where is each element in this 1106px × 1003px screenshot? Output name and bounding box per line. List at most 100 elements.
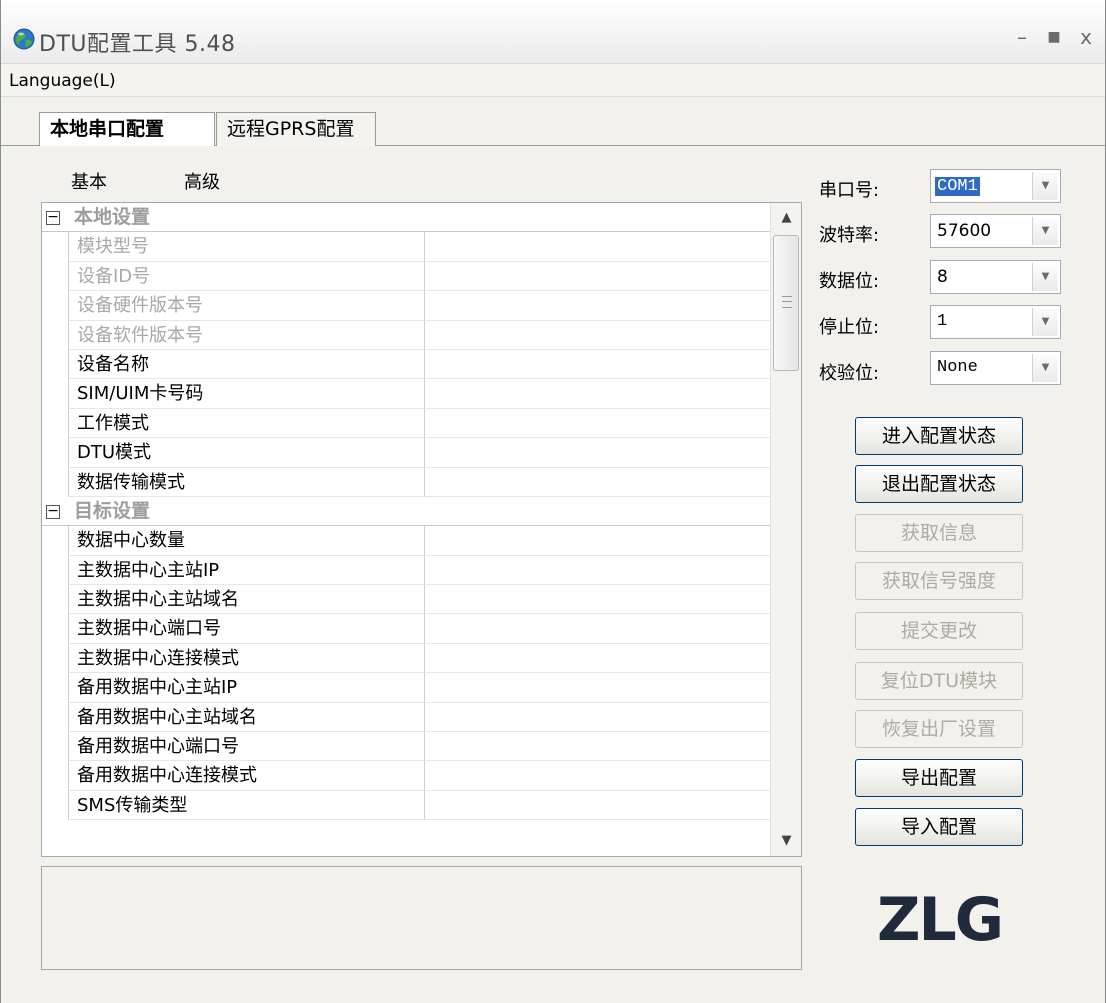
grid-row[interactable]: 备用数据中心连接模式: [42, 761, 770, 791]
grid-row[interactable]: 设备软件版本号: [42, 320, 770, 350]
tab-remote-gprs[interactable]: 远程GPRS配置: [216, 112, 376, 146]
grid-row[interactable]: DTU模式: [42, 438, 770, 468]
subtab-advanced[interactable]: 高级: [184, 168, 220, 194]
grid-row-value[interactable]: [424, 320, 770, 350]
get-signal-button[interactable]: 获取信号强度: [855, 562, 1023, 600]
grid-scrollbar[interactable]: ▲ ▼: [770, 203, 801, 856]
grid-row[interactable]: 主数据中心主站域名: [42, 585, 770, 615]
get-info-button[interactable]: 获取信息: [855, 514, 1023, 552]
grid-row-value[interactable]: [424, 673, 770, 703]
app-window: DTU配置工具 5.48 – ■ x Language(L) 本地串口配置 远程…: [0, 0, 1106, 1003]
maximize-button[interactable]: ■: [1041, 24, 1067, 50]
grid-row-value[interactable]: [424, 702, 770, 733]
grid-row[interactable]: 备用数据中心主站域名: [42, 702, 770, 733]
chevron-down-icon[interactable]: ▼: [1032, 172, 1058, 200]
chevron-down-icon[interactable]: ▼: [1032, 217, 1058, 245]
grid-row[interactable]: 数据传输模式: [42, 467, 770, 497]
parity-select[interactable]: None ▼: [930, 351, 1061, 385]
globe-icon: [13, 28, 35, 50]
grid-row-value[interactable]: [424, 790, 770, 821]
port-select[interactable]: COM1 ▼: [930, 169, 1061, 203]
scroll-up-icon[interactable]: ▲: [771, 203, 801, 233]
grid-row-value[interactable]: [424, 438, 770, 468]
chevron-down-icon[interactable]: ▼: [1032, 308, 1058, 336]
grid-row-label: 备用数据中心连接模式: [68, 761, 424, 791]
grid-row[interactable]: SMS传输类型: [42, 790, 770, 821]
grid-category[interactable]: − 目标设置: [42, 497, 770, 527]
subtab-basic[interactable]: 基本: [71, 168, 107, 194]
databits-select[interactable]: 8 ▼: [930, 260, 1061, 294]
export-config-button[interactable]: 导出配置: [855, 759, 1023, 797]
grid-row-value[interactable]: [424, 585, 770, 615]
grid-row-label: SMS传输类型: [68, 790, 424, 821]
grid-category[interactable]: − 本地设置: [42, 203, 770, 233]
minimize-button[interactable]: –: [1009, 24, 1035, 50]
reset-dtu-button[interactable]: 复位DTU模块: [855, 662, 1023, 700]
grid-row[interactable]: 主数据中心主站IP: [42, 555, 770, 586]
chevron-down-icon[interactable]: ▼: [1032, 263, 1058, 291]
baud-label: 波特率:: [819, 225, 880, 246]
grid-row-label: 主数据中心端口号: [68, 614, 424, 644]
factory-reset-button[interactable]: 恢复出厂设置: [855, 710, 1023, 748]
baud-value: 57600: [937, 221, 992, 241]
menu-bar: Language(L): [1, 65, 1105, 97]
title-bar[interactable]: DTU配置工具 5.48 – ■ x: [1, 0, 1105, 64]
grid-row-label: 设备名称: [68, 349, 424, 380]
import-config-button[interactable]: 导入配置: [855, 808, 1023, 846]
grid-row-label: 数据中心数量: [68, 526, 424, 556]
enter-config-button[interactable]: 进入配置状态: [855, 417, 1023, 455]
grid-row-value[interactable]: [424, 467, 770, 497]
grid-row-value[interactable]: [424, 408, 770, 439]
grid-row-value[interactable]: [424, 732, 770, 762]
grip-icon: [782, 296, 792, 308]
grid-row-value[interactable]: [424, 761, 770, 791]
stopbits-select[interactable]: 1 ▼: [930, 305, 1061, 339]
property-grid: − 本地设置 模块型号 设备ID号 设备硬件版本号 设备软件版本号 设备名称 SIM/UIM卡…: [41, 202, 802, 857]
port-label: 串口号:: [819, 180, 880, 201]
grid-row-value[interactable]: [424, 614, 770, 644]
scroll-down-icon[interactable]: ▼: [771, 826, 801, 856]
exit-config-button[interactable]: 退出配置状态: [855, 465, 1023, 503]
scroll-thumb[interactable]: [773, 235, 799, 371]
grid-row[interactable]: 备用数据中心主站IP: [42, 673, 770, 703]
grid-row-value[interactable]: [424, 379, 770, 409]
grid-row-label: 模块型号: [68, 232, 424, 262]
grid-row[interactable]: SIM/UIM卡号码: [42, 379, 770, 409]
close-button[interactable]: x: [1073, 24, 1099, 50]
grid-row-label: 数据传输模式: [68, 467, 424, 497]
grid-row-label: 备用数据中心端口号: [68, 732, 424, 762]
grid-row[interactable]: 主数据中心端口号: [42, 614, 770, 644]
stopbits-value: 1: [937, 312, 948, 331]
description-panel: [41, 866, 802, 970]
collapse-icon[interactable]: −: [46, 210, 60, 225]
grid-row-label: 设备硬件版本号: [68, 291, 424, 321]
grid-row-value[interactable]: [424, 291, 770, 321]
grid-row[interactable]: 主数据中心连接模式: [42, 643, 770, 674]
grid-row[interactable]: 设备硬件版本号: [42, 291, 770, 321]
grid-row[interactable]: 设备ID号: [42, 261, 770, 292]
grid-row-value[interactable]: [424, 555, 770, 586]
grid-row-label: 主数据中心主站IP: [68, 555, 424, 586]
chevron-down-icon[interactable]: ▼: [1032, 354, 1058, 382]
zlg-logo: ZLG: [877, 885, 1004, 952]
grid-row-label: SIM/UIM卡号码: [68, 379, 424, 409]
parity-value: None: [937, 358, 978, 377]
submit-changes-button[interactable]: 提交更改: [855, 612, 1023, 650]
grid-row[interactable]: 备用数据中心端口号: [42, 732, 770, 762]
grid-row-value[interactable]: [424, 261, 770, 292]
collapse-icon[interactable]: −: [46, 504, 60, 519]
grid-row-value[interactable]: [424, 643, 770, 674]
grid-row[interactable]: 设备名称: [42, 349, 770, 380]
grid-row-label: 设备软件版本号: [68, 320, 424, 350]
grid-row-value[interactable]: [424, 526, 770, 556]
stopbits-label: 停止位:: [819, 317, 880, 338]
grid-row[interactable]: 工作模式: [42, 408, 770, 439]
baud-select[interactable]: 57600 ▼: [930, 214, 1061, 248]
menu-language[interactable]: Language(L): [9, 71, 116, 91]
grid-row[interactable]: 数据中心数量: [42, 526, 770, 556]
grid-row[interactable]: 模块型号: [42, 232, 770, 262]
tab-local-serial[interactable]: 本地串口配置: [39, 112, 215, 146]
grid-row-value[interactable]: [424, 349, 770, 380]
grid-row-value[interactable]: [424, 232, 770, 262]
grid-row-label: 主数据中心连接模式: [68, 643, 424, 674]
